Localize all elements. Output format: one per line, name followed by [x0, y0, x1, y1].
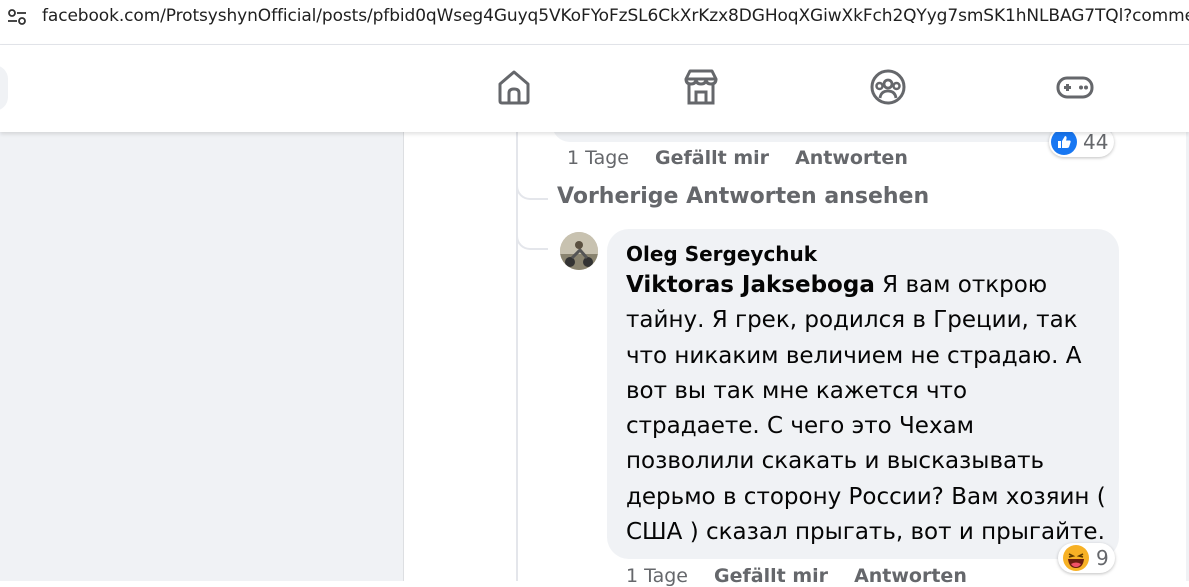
see-previous-replies-link[interactable]: Vorherige Antworten ansehen [557, 184, 929, 209]
groups-icon[interactable] [868, 67, 908, 107]
url-text[interactable]: facebook.com/ProtsyshynOfficial/posts/pf… [42, 6, 1189, 26]
reply-button[interactable]: Antworten [854, 565, 967, 587]
tune-icon[interactable] [6, 7, 28, 27]
comment-meta: 1 Tage Gefällt mir Antworten [626, 565, 987, 587]
facebook-top-nav [0, 45, 1189, 132]
thread-connector [516, 228, 548, 250]
left-sidebar-area [0, 132, 403, 581]
haha-icon [1062, 544, 1090, 572]
address-bar[interactable]: facebook.com/ProtsyshynOfficial/posts/pf… [0, 0, 1189, 36]
comment-body: Я вам открою тайну. Я грек, родился в Гр… [626, 272, 1106, 546]
reaction-count: 44 [1083, 130, 1109, 154]
thread-connector [516, 178, 548, 200]
reaction-summary[interactable]: 9 [1058, 543, 1115, 573]
comment-author[interactable]: Oleg Sergeychuk [626, 242, 817, 266]
comment-time[interactable]: 1 Tage [567, 147, 629, 169]
reaction-count: 9 [1096, 546, 1109, 570]
comment-time[interactable]: 1 Tage [626, 565, 688, 587]
divider [403, 132, 404, 581]
marketplace-icon[interactable] [681, 67, 721, 107]
avatar[interactable] [560, 232, 598, 270]
like-icon [1051, 129, 1077, 155]
like-button[interactable]: Gefällt mir [714, 565, 828, 587]
search-field-edge[interactable] [0, 65, 8, 111]
reply-button[interactable]: Antworten [795, 147, 908, 169]
comment-meta: 1 Tage Gefällt mir Antworten [567, 147, 928, 169]
like-button[interactable]: Gefällt mir [655, 147, 769, 169]
thread-line [516, 132, 518, 581]
mention-link[interactable]: Viktoras Jakseboga [626, 272, 875, 298]
comment-text: Viktoras Jakseboga Я вам открою тайну. Я… [626, 268, 1106, 550]
home-icon[interactable] [494, 67, 534, 107]
gaming-icon[interactable] [1055, 67, 1095, 107]
